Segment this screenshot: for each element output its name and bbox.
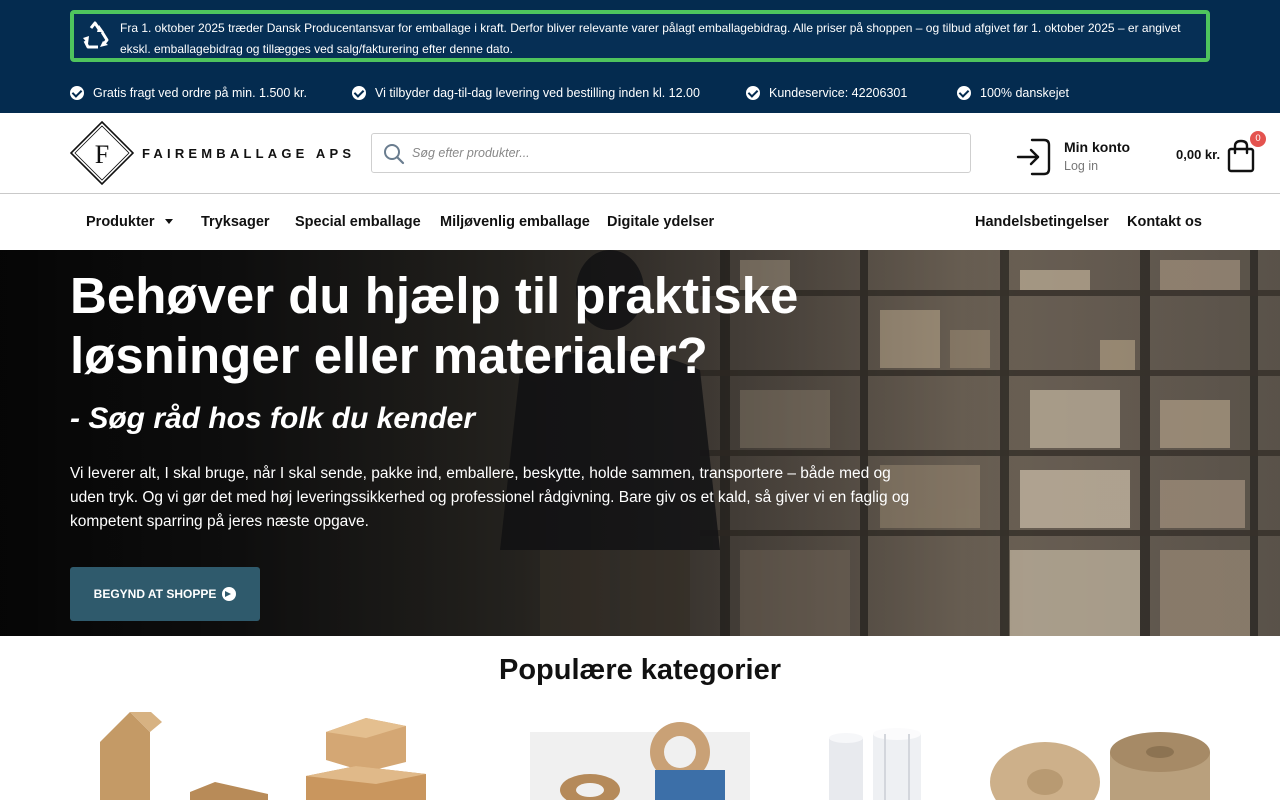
boxes-product-image <box>306 718 426 800</box>
cart-total: 0,00 kr. <box>1176 147 1221 162</box>
nav-item-digitale-ydelser[interactable]: Digitale ydelser <box>607 194 714 250</box>
category-tile-corrugated-rolls[interactable] <box>990 712 1210 800</box>
site-logo[interactable]: F FAIREMBALLAGE APS <box>69 120 351 186</box>
category-tile-boxes[interactable] <box>296 712 446 800</box>
cart-button[interactable]: 0,00 kr. 0 <box>1174 131 1270 177</box>
login-link[interactable]: Log in <box>1064 159 1098 173</box>
usp-label: Kundeservice: 42206301 <box>769 86 908 100</box>
recycle-icon <box>83 21 109 49</box>
hero-subtitle: - Søg råd hos folk du kender <box>70 402 476 435</box>
logo-letter: F <box>95 140 109 169</box>
cardboard-product-image <box>100 712 268 800</box>
usp-bar: Gratis fragt ved ordre på min. 1.500 kr.… <box>70 82 1210 104</box>
usp-item: Vi tilbyder dag-til-dag levering ved bes… <box>352 82 700 104</box>
category-tile-tape[interactable] <box>530 712 750 800</box>
nav-item-special-emballage[interactable]: Special emballage <box>295 194 421 250</box>
check-circle-icon <box>746 86 760 100</box>
logo-text: FAIREMBALLAGE APS <box>142 145 356 161</box>
top-announcement-band: Fra 1. oktober 2025 træder Dansk Produce… <box>0 0 1280 113</box>
tape-product-image <box>530 722 750 800</box>
account-link[interactable]: Min konto Log in <box>1016 137 1146 177</box>
account-title: Min konto <box>1064 139 1131 155</box>
main-navigation: Produkter Tryksager Special emballage Mi… <box>0 194 1280 250</box>
nav-label: Produkter <box>86 214 155 230</box>
logo-diamond-icon: F <box>69 120 135 186</box>
cart-count-badge: 0 <box>1250 131 1266 147</box>
notice-box: Fra 1. oktober 2025 træder Dansk Produce… <box>70 10 1210 62</box>
category-tile-cardboard-wraps[interactable] <box>90 712 280 800</box>
login-icon <box>1016 138 1051 176</box>
logo-mark: F <box>69 120 135 186</box>
nav-item-kontakt-os[interactable]: Kontakt os <box>1127 194 1202 250</box>
check-circle-icon <box>957 86 971 100</box>
check-circle-icon <box>352 86 366 100</box>
check-circle-icon <box>70 86 84 100</box>
nav-item-tryksager[interactable]: Tryksager <box>201 194 270 250</box>
chevron-down-icon <box>164 218 173 224</box>
categories-heading: Populære kategorier <box>498 654 782 686</box>
hero-description: Vi leverer alt, I skal bruge, når I skal… <box>70 465 910 530</box>
notice-text: Fra 1. oktober 2025 træder Dansk Produce… <box>120 21 1181 56</box>
usp-label: 100% danskejet <box>980 86 1069 100</box>
corrugated-roll-product-image <box>990 732 1210 800</box>
search-icon[interactable] <box>382 142 406 166</box>
usp-label: Vi tilbyder dag-til-dag levering ved bes… <box>375 86 700 100</box>
arrow-circle-right-icon <box>222 587 237 601</box>
usp-item: 100% danskejet <box>957 82 1069 104</box>
hero-title: Behøver du hjælp til praktiske løsninger… <box>70 267 799 384</box>
usp-label: Gratis fragt ved ordre på min. 1.500 kr. <box>93 86 307 100</box>
hero-banner: Behøver du hjælp til praktiske løsninger… <box>0 250 1280 636</box>
nav-item-miljoevenlig-emballage[interactable]: Miljøvenlig emballage <box>440 194 590 250</box>
nav-item-produkter[interactable]: Produkter <box>86 194 173 250</box>
category-tile-stretch-film[interactable] <box>825 712 930 800</box>
nav-item-handelsbetingelser[interactable]: Handelsbetingelser <box>975 194 1109 250</box>
search-bar <box>371 133 971 173</box>
button-label: BEGYND AT SHOPPE <box>93 587 217 601</box>
usp-item: Kundeservice: 42206301 <box>746 82 907 104</box>
stretch-film-product-image <box>829 728 921 800</box>
site-header: F FAIREMBALLAGE APS Min konto Log in 0,0… <box>0 113 1280 194</box>
start-shopping-button[interactable]: BEGYND AT SHOPPE <box>70 567 260 621</box>
search-input[interactable] <box>412 134 952 172</box>
usp-item: Gratis fragt ved ordre på min. 1.500 kr. <box>70 82 307 104</box>
